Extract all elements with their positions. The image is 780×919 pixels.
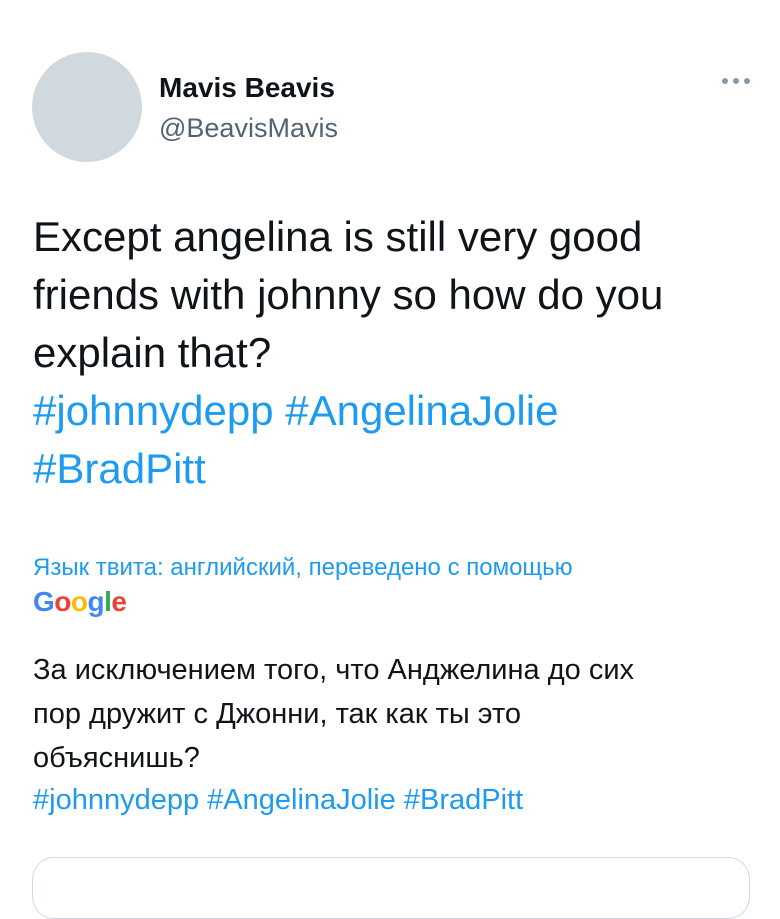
display-name[interactable]: Mavis Beavis	[159, 70, 338, 106]
translated-hashtags: #johnnydepp #AngelinaJolie #BradPitt	[33, 780, 523, 820]
translated-text-line: пор дружит с Джонни, так как ты это	[33, 698, 522, 730]
hashtag-angelinajolie[interactable]: #AngelinaJolie	[285, 387, 558, 434]
avatar[interactable]	[32, 52, 142, 162]
hashtag-johnnydepp[interactable]: #johnnydepp	[33, 387, 274, 434]
hashtag-johnnydepp[interactable]: #johnnydepp	[33, 784, 199, 816]
google-logo-letter: o	[54, 586, 71, 617]
more-horizontal-icon	[733, 78, 739, 84]
translation-label[interactable]: Язык твита: английский, переведено с пом…	[33, 553, 763, 583]
translated-text: За исключением того, что Анджелина до си…	[33, 648, 753, 780]
more-horizontal-icon	[744, 78, 750, 84]
embedded-card[interactable]	[32, 857, 750, 919]
google-logo: Google	[33, 585, 763, 619]
more-horizontal-icon	[722, 78, 728, 84]
google-logo-letter: g	[87, 586, 105, 617]
google-logo-letter: o	[70, 586, 88, 617]
translated-text-line: За исключением того, что Анджелина до си…	[33, 654, 635, 686]
hashtag-bradpitt[interactable]: #BradPitt	[404, 784, 523, 816]
tweet-text: Except angelina is still very good frien…	[33, 208, 753, 498]
translated-text-line: объяснишь?	[33, 742, 200, 774]
tweet-hashtags: #johnnydepp #AngelinaJolie	[33, 382, 753, 440]
translation-attribution: Язык твита: английский, переведено с пом…	[33, 553, 763, 619]
google-logo-letter: G	[33, 586, 55, 617]
google-logo-letter: e	[111, 586, 127, 617]
tweet-text-line: Except angelina is still very good	[33, 213, 643, 260]
more-options-button[interactable]	[722, 78, 750, 84]
hashtag-angelinajolie[interactable]: #AngelinaJolie	[207, 784, 396, 816]
hashtag-bradpitt[interactable]: #BradPitt	[33, 445, 206, 492]
tweet-author[interactable]: Mavis Beavis @BeavisMavis	[159, 70, 338, 148]
tweet-hashtags: #BradPitt	[33, 440, 753, 498]
user-handle[interactable]: @BeavisMavis	[159, 108, 338, 148]
tweet-text-line: explain that?	[33, 329, 272, 376]
tweet-text-line: friends with johnny so how do you	[33, 271, 664, 318]
